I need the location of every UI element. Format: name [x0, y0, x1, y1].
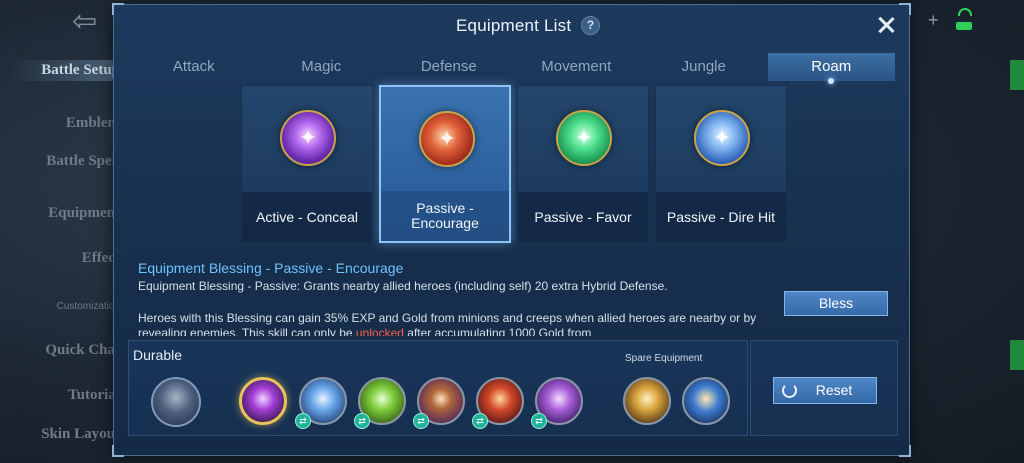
close-icon[interactable] [871, 10, 901, 40]
equipment-slot-item[interactable]: ⇄ [531, 377, 583, 429]
equipment-loadout: Durable Spare Equipment ⇄ ⇄ ⇄ ⇄ ⇄ [128, 340, 748, 436]
roam-boots-item[interactable] [239, 377, 287, 425]
background-stripe [1010, 340, 1024, 370]
blessing-card-favor[interactable]: ✦ Passive - Favor [517, 85, 649, 243]
favor-icon: ✦ [556, 110, 612, 166]
blessing-label: Passive - Dire Hit [656, 192, 786, 242]
panel-title: Equipment List [456, 16, 572, 35]
wifi-icon [958, 8, 972, 16]
loadout-title: Durable [133, 347, 183, 363]
bg-sidebar-skin-layout[interactable]: Skin Layout [10, 427, 120, 442]
conceal-icon: ✦ [280, 110, 336, 166]
equipment-slot-item[interactable]: ⇄ [295, 377, 347, 429]
panel-corner [112, 445, 124, 457]
battery-icon [956, 22, 972, 30]
spare-equipment-title: Spare Equipment [625, 353, 703, 364]
bg-sidebar-emblem[interactable]: Emblem [10, 116, 120, 131]
bg-sidebar-effect[interactable]: Effect [10, 251, 120, 266]
equipment-slot-item[interactable]: ⇄ [413, 377, 465, 429]
reset-area: Reset [750, 340, 898, 436]
bg-sidebar-battle-spell[interactable]: Battle Spell [10, 154, 120, 169]
swap-icon: ⇄ [354, 413, 370, 429]
reset-icon [782, 383, 797, 398]
bg-sidebar-tutorial[interactable]: Tutorial [10, 388, 120, 403]
tab-magic[interactable]: Magic [258, 53, 386, 81]
hero-avatar[interactable] [151, 377, 201, 427]
background-stripe [1010, 60, 1024, 90]
blessing-label: Passive - Favor [518, 192, 648, 242]
back-arrow-icon[interactable]: ⇦ [72, 4, 97, 39]
plus-icon[interactable]: + [928, 10, 939, 31]
background-right-area: + [910, 0, 1024, 463]
blessing-label: Passive - Encourage [381, 191, 509, 241]
blessing-card-encourage[interactable]: ✦ Passive - Encourage [379, 85, 511, 243]
description-detail: Heroes with this Blessing can gain 35% E… [138, 311, 758, 336]
tab-attack[interactable]: Attack [130, 53, 258, 81]
panel-corner [899, 445, 911, 457]
tab-movement[interactable]: Movement [513, 53, 641, 81]
swap-icon: ⇄ [472, 413, 488, 429]
dire-hit-icon: ✦ [694, 110, 750, 166]
tab-roam[interactable]: Roam [767, 53, 895, 84]
equipment-slot-item[interactable]: ⇄ [472, 377, 524, 429]
bg-sidebar-quick-chat[interactable]: Quick Chat [10, 343, 120, 358]
background-sidebar: Battle Setup Emblem Battle Spell Equipme… [0, 40, 120, 463]
panel-header: Equipment List ? [114, 5, 911, 45]
blessing-cards: ✦ Active - Conceal ✦ Passive - Encourage… [241, 85, 791, 245]
description-detail-text: after accumulating 1000 Gold from [403, 326, 592, 336]
spare-equipment-item[interactable] [682, 377, 730, 425]
equipment-slot-item[interactable]: ⇄ [354, 377, 406, 429]
bg-sidebar-battle-setup[interactable]: Battle Setup [10, 60, 120, 81]
swap-icon: ⇄ [413, 413, 429, 429]
equipment-list-panel: Equipment List ? Attack Magic Defense Mo… [112, 3, 911, 457]
spare-equipment-item[interactable] [623, 377, 671, 425]
blessing-description: Equipment Blessing - Passive - Encourage… [128, 254, 898, 336]
blessing-card-dire-hit[interactable]: ✦ Passive - Dire Hit [655, 85, 787, 243]
bg-sidebar-customization[interactable]: Customization [10, 299, 120, 314]
tab-jungle[interactable]: Jungle [640, 53, 768, 81]
description-summary: Equipment Blessing - Passive: Grants nea… [138, 279, 668, 293]
category-tabs: Attack Magic Defense Movement Jungle Roa… [130, 53, 895, 84]
help-icon[interactable]: ? [581, 16, 600, 35]
reset-label: Reset [815, 382, 853, 398]
swap-icon: ⇄ [531, 413, 547, 429]
bg-sidebar-equipment[interactable]: Equipment [10, 206, 120, 221]
reset-button[interactable]: Reset [773, 377, 877, 404]
encourage-icon: ✦ [419, 111, 475, 167]
description-title: Equipment Blessing - Passive - Encourage [138, 260, 404, 276]
description-highlight: unlocked [355, 326, 404, 336]
swap-icon: ⇄ [295, 413, 311, 429]
blessing-label: Active - Conceal [242, 192, 372, 242]
blessing-card-conceal[interactable]: ✦ Active - Conceal [241, 85, 373, 243]
bless-button[interactable]: Bless [784, 291, 888, 316]
tab-defense[interactable]: Defense [385, 53, 513, 81]
